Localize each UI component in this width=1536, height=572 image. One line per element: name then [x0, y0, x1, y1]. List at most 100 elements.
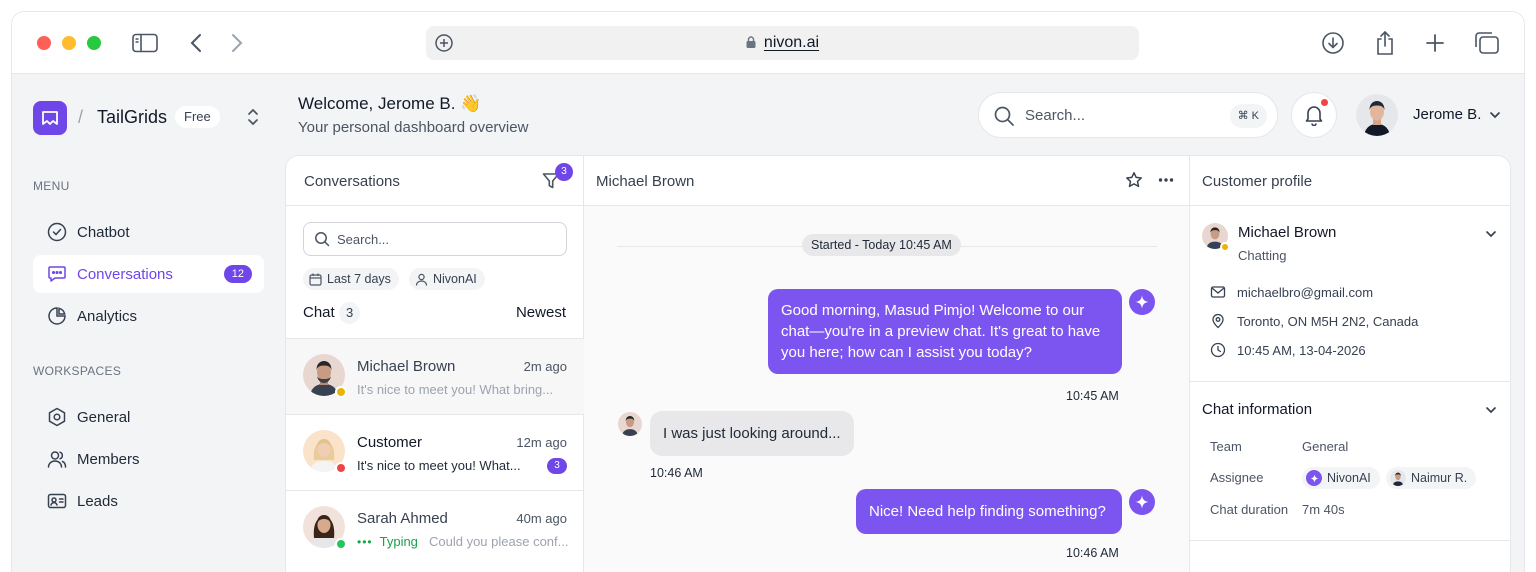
customer-profile-panel: Customer profile Michael Brown Chatting …	[1190, 156, 1510, 572]
conversation-row[interactable]: Sarah Ahmed 40m ago ••• Typing Could you…	[286, 490, 584, 566]
menu-section-label: MENU	[33, 179, 70, 193]
profile-state: Chatting	[1238, 248, 1287, 263]
incoming-message: I was just looking around...	[650, 411, 854, 456]
hexagon-icon	[47, 407, 67, 427]
assignee-label: Assignee	[1210, 470, 1264, 485]
tab-overview-icon[interactable]	[1474, 30, 1500, 56]
browser-window: nivon.ai / TailGrids Free MENU Chatbot C…	[12, 12, 1524, 572]
contact-name: Sarah Ahmed	[357, 510, 448, 527]
calendar-icon	[309, 273, 322, 286]
assignee-avatar	[1390, 470, 1406, 486]
download-icon[interactable]	[1320, 30, 1346, 56]
sidebar-item-analytics[interactable]: Analytics	[33, 297, 264, 335]
conversations-count-badge: 12	[223, 265, 252, 283]
user-name[interactable]: Jerome B.	[1413, 106, 1481, 123]
workspaces-section-label: WORKSPACES	[33, 364, 122, 378]
profile-datetime: 10:45 AM, 13-04-2026	[1210, 342, 1366, 358]
global-search-input[interactable]: Search... ⌘ K	[978, 92, 1278, 138]
duration-value: 7m 40s	[1302, 502, 1345, 517]
sidebar-item-general[interactable]: General	[33, 398, 264, 436]
sidebar-item-label: Members	[77, 450, 140, 468]
sidebar-toggle-icon[interactable]	[132, 30, 158, 56]
sidebar-item-label: Analytics	[77, 307, 138, 325]
search-icon	[314, 231, 330, 247]
chevron-down-icon[interactable]	[1484, 227, 1498, 241]
message-time: 12m ago	[516, 435, 567, 450]
outgoing-message: Nice! Need help finding something?	[856, 489, 1122, 534]
chat-panel: Michael Brown Started - Today 10:45 AM G…	[584, 156, 1190, 572]
contact-name: Michael Brown	[357, 358, 456, 375]
message-time: 2m ago	[523, 359, 567, 374]
sort-dropdown[interactable]: Newest	[516, 304, 566, 321]
sidebar-item-label: Conversations	[77, 265, 173, 283]
message-timestamp: 10:46 AM	[650, 466, 703, 480]
share-icon[interactable]	[1372, 30, 1398, 56]
status-badge	[335, 538, 347, 550]
notifications-button[interactable]	[1291, 92, 1337, 138]
conversation-search-input[interactable]: Search...	[303, 222, 567, 256]
conversations-panel: Conversations 3 Search... Last 7 days Ni…	[286, 156, 584, 572]
conversations-header: Conversations 3	[286, 156, 583, 206]
brand-name: TailGrids	[97, 107, 168, 127]
pie-chart-icon	[47, 306, 67, 326]
user-icon	[415, 273, 428, 286]
sidebar-item-chatbot[interactable]: Chatbot	[33, 213, 264, 251]
bell-icon	[1305, 106, 1323, 126]
assignee-chip[interactable]: NivonAI	[1302, 467, 1380, 489]
plan-badge: Free	[175, 106, 220, 128]
chat-list-label: Chat	[303, 304, 335, 321]
sidebar-item-label: General	[77, 408, 131, 426]
date-filter-chip[interactable]: Last 7 days	[303, 268, 399, 290]
conversations-title: Conversations	[304, 173, 400, 190]
id-card-icon	[47, 491, 67, 511]
user-avatar[interactable]	[1356, 94, 1398, 136]
new-tab-icon[interactable]	[1422, 30, 1448, 56]
chat-header-actions	[1125, 171, 1175, 194]
chat-information-title: Chat information	[1202, 401, 1313, 418]
forward-arrow-icon[interactable]	[224, 30, 250, 56]
section-divider	[1190, 381, 1510, 382]
main-panel: Conversations 3 Search... Last 7 days Ni…	[285, 155, 1511, 572]
more-options-icon[interactable]	[1157, 171, 1175, 194]
filter-button[interactable]: 3	[541, 163, 573, 191]
chevron-down-icon[interactable]	[1488, 108, 1502, 122]
contact-name: Customer	[357, 434, 423, 451]
ai-sparkle-icon	[1129, 289, 1155, 315]
message-preview: It's nice to meet you! What...	[357, 458, 521, 473]
sidebar-item-leads[interactable]: Leads	[33, 482, 264, 520]
minimize-window-button[interactable]	[62, 36, 76, 50]
chevron-down-icon[interactable]	[1484, 403, 1498, 417]
team-value: General	[1302, 439, 1349, 454]
sidebar-item-label: Chatbot	[77, 223, 130, 241]
profile-title: Customer profile	[1202, 173, 1313, 190]
sidebar-item-members[interactable]: Members	[33, 440, 264, 478]
address-bar[interactable]: nivon.ai	[426, 26, 1139, 60]
star-icon[interactable]	[1125, 171, 1143, 194]
conversation-row[interactable]: Customer 12m ago It's nice to meet you! …	[286, 414, 584, 490]
brand-logo-icon[interactable]	[33, 101, 67, 135]
maximize-window-button[interactable]	[87, 36, 101, 50]
search-placeholder: Search...	[337, 232, 390, 247]
conversation-row[interactable]: Michael Brown 2m ago It's nice to meet y…	[286, 338, 584, 414]
workspace-switch-icon[interactable]	[244, 107, 262, 127]
profile-header: Customer profile	[1190, 156, 1510, 206]
status-badge	[1220, 242, 1230, 252]
sidebar: / TailGrids Free MENU Chatbot Conversati…	[12, 74, 282, 572]
message-time: 40m ago	[516, 511, 567, 526]
users-icon	[47, 449, 67, 469]
chat-header: Michael Brown	[584, 156, 1189, 206]
team-label: Team	[1210, 439, 1242, 454]
brand-separator: /	[78, 107, 84, 127]
sidebar-item-conversations[interactable]: Conversations 12	[33, 255, 264, 293]
profile-email: michaelbro@gmail.com	[1210, 284, 1373, 300]
message-timestamp: 10:46 AM	[1066, 546, 1119, 560]
back-arrow-icon[interactable]	[183, 30, 209, 56]
filter-count-badge: 3	[555, 163, 573, 181]
clock-icon	[1210, 342, 1226, 358]
close-window-button[interactable]	[37, 36, 51, 50]
sidebar-item-label: Leads	[77, 492, 118, 510]
chatbot-icon	[47, 222, 67, 242]
welcome-heading: Welcome, Jerome B. 👋	[298, 94, 482, 113]
assignee-chip[interactable]: Naimur R.	[1386, 467, 1477, 489]
agent-filter-chip[interactable]: NivonAI	[409, 268, 485, 290]
